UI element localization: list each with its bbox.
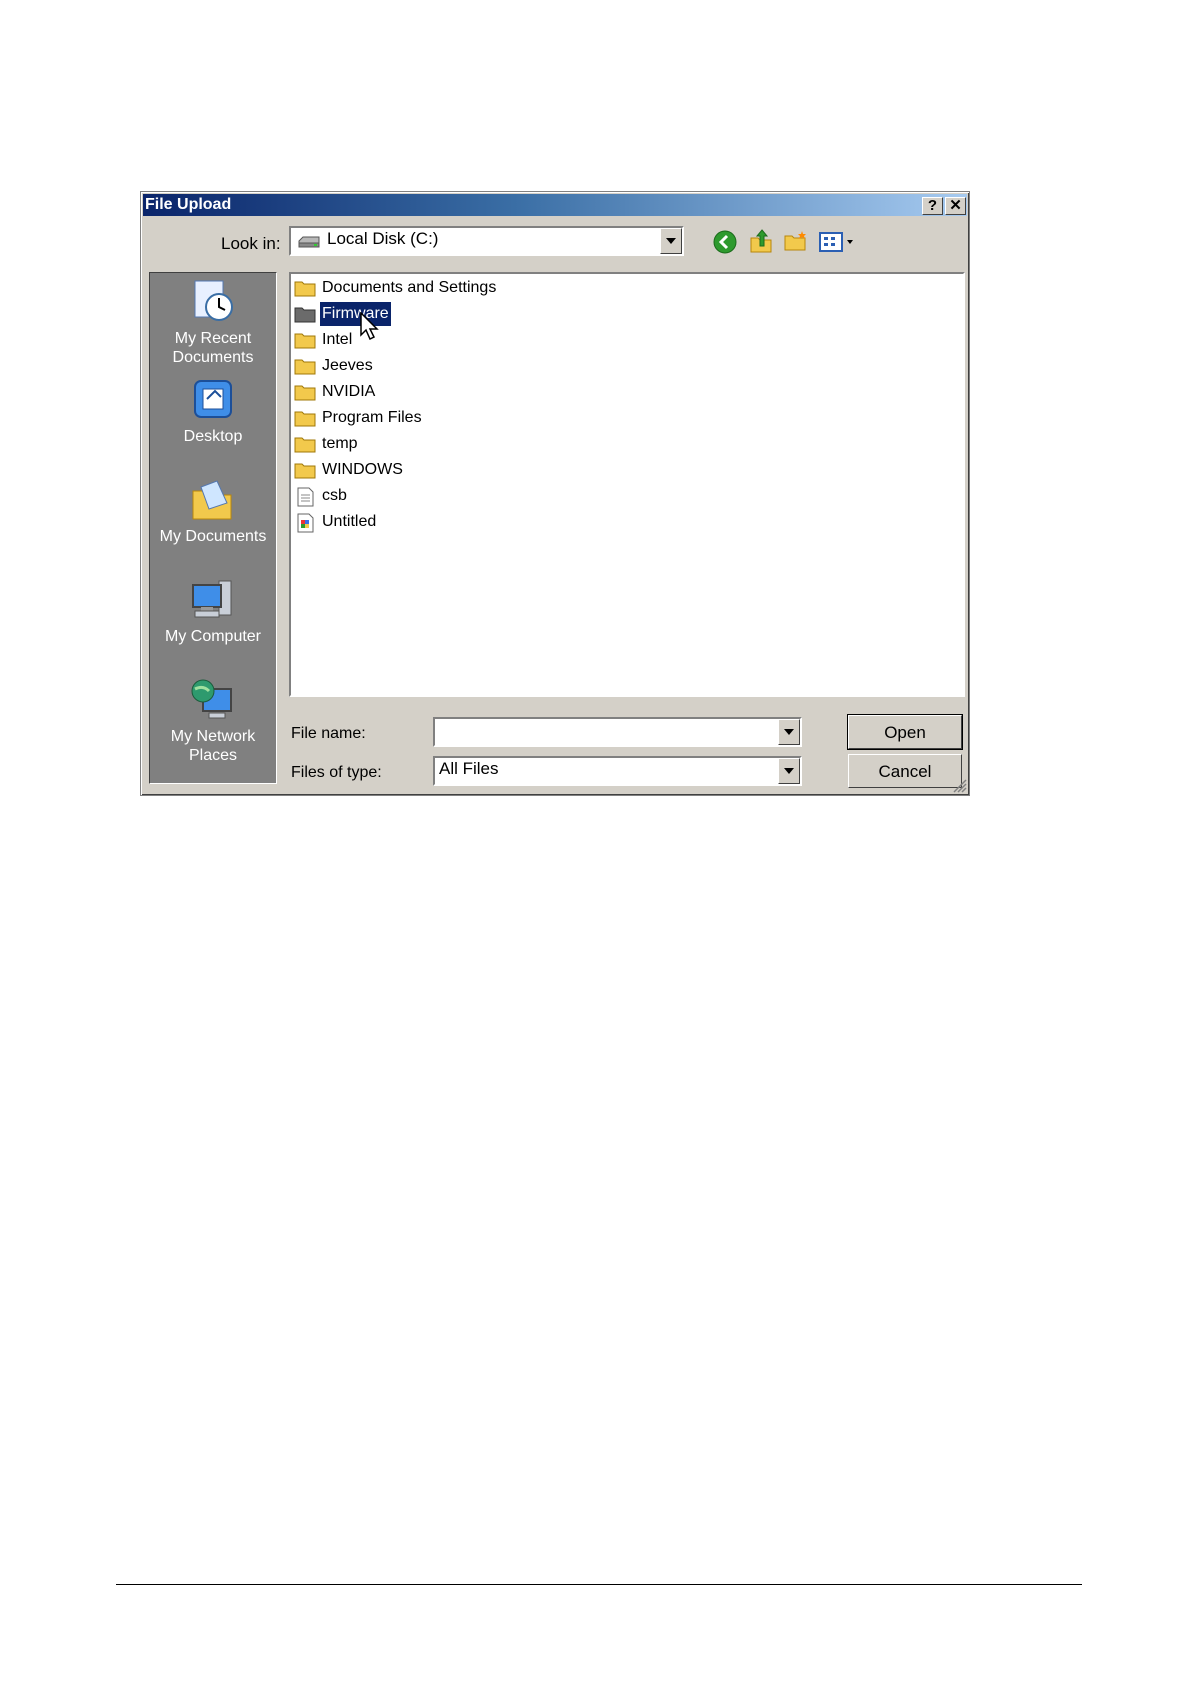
dialog-title: File Upload (145, 196, 232, 213)
place-my-network-places[interactable]: My Network Places (150, 677, 276, 765)
folder-icon (294, 307, 316, 323)
folder-icon (294, 463, 316, 479)
folder-icon (294, 411, 316, 427)
place-label: My Computer (164, 628, 262, 645)
place-label: My Recent Documents (172, 330, 254, 366)
page-footer-rule (116, 1584, 1082, 1585)
back-icon[interactable] (713, 230, 737, 254)
folder-icon (294, 385, 316, 401)
place-label: My Documents (159, 528, 267, 545)
look-in-value: Local Disk (C:) (327, 229, 439, 248)
up-folder-icon[interactable] (749, 228, 773, 254)
file-name-dropdown-button[interactable] (778, 719, 800, 745)
new-folder-icon[interactable] (783, 230, 809, 252)
place-my-computer[interactable]: My Computer (150, 577, 276, 646)
folder-icon (294, 437, 316, 453)
network-places-icon (191, 679, 232, 719)
file-upload-dialog: File Upload ? ✕ Look in: Local Disk (C:) (140, 191, 970, 796)
help-button[interactable]: ? (922, 197, 943, 215)
recent-documents-icon (194, 280, 233, 321)
place-desktop[interactable]: Desktop (150, 377, 276, 446)
mouse-cursor-icon (360, 312, 379, 341)
view-menu-icon[interactable] (819, 232, 857, 252)
files-of-type-value: All Files (439, 759, 499, 778)
resize-grip-icon[interactable] (953, 779, 967, 793)
folder-icon (294, 281, 316, 297)
image-file-icon (297, 513, 314, 533)
place-label: My Network Places (170, 728, 256, 764)
file-name-combo[interactable] (433, 717, 802, 747)
local-disk-icon (298, 236, 320, 248)
my-computer-icon (192, 580, 232, 618)
my-documents-icon (192, 480, 232, 520)
file-name-label: File name: (291, 725, 366, 742)
title-bar[interactable]: File Upload ? ✕ (143, 194, 967, 216)
files-of-type-label: Files of type: (291, 764, 382, 781)
cancel-button[interactable]: Cancel (848, 754, 962, 788)
places-bar: My Recent Documents Desktop My Documents (149, 272, 277, 784)
desktop-icon (194, 380, 232, 418)
open-button[interactable]: Open (847, 714, 963, 750)
folder-icon (294, 359, 316, 375)
look-in-label: Look in: (221, 234, 281, 253)
place-label: Desktop (183, 428, 243, 445)
look-in-dropdown-button[interactable] (660, 228, 682, 254)
place-my-recent-documents[interactable]: My Recent Documents (150, 277, 276, 367)
files-of-type-combo[interactable]: All Files (433, 756, 802, 786)
look-in-combo[interactable]: Local Disk (C:) (289, 226, 684, 256)
text-file-icon (297, 487, 314, 507)
files-of-type-dropdown-button[interactable] (778, 758, 800, 784)
folder-icon (294, 333, 316, 349)
file-list[interactable]: Documents and Settings Firmware Intel Je… (289, 272, 965, 697)
close-button[interactable]: ✕ (945, 197, 966, 215)
place-my-documents[interactable]: My Documents (150, 477, 276, 546)
